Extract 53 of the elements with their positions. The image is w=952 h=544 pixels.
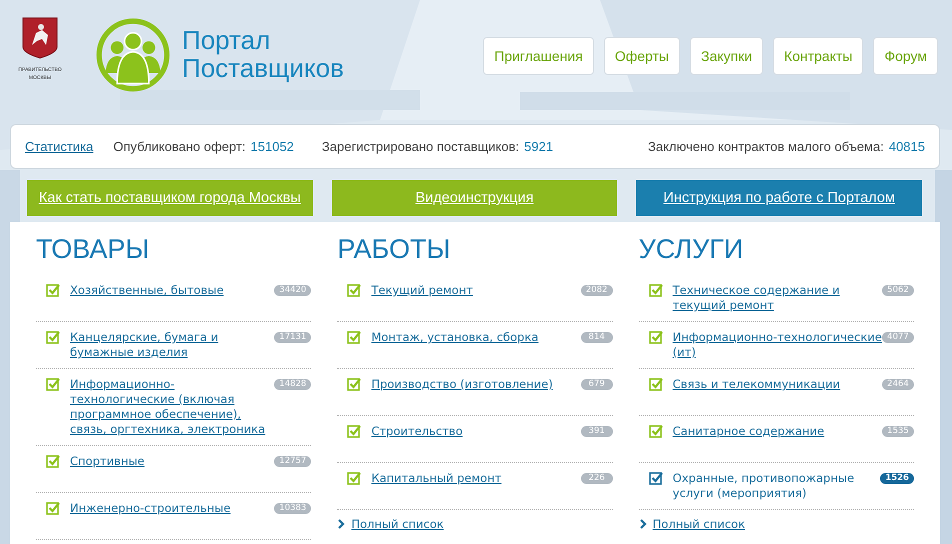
category-title: РАБОТЫ — [337, 234, 452, 265]
stat-label: Заключено контрактов малого объема: — [648, 139, 884, 154]
full-list-link[interactable]: Полный список — [652, 517, 746, 531]
category-link[interactable]: Техническое содержание и текущий ремонт — [672, 283, 882, 313]
category-link[interactable]: Санитарное содержание — [672, 424, 882, 439]
count-badge: 2464 — [882, 379, 914, 390]
chevron-right-icon — [337, 519, 346, 529]
count-badge: 1535 — [882, 426, 914, 437]
category-link[interactable]: Канцелярские, бумага и бумажные изделия — [70, 330, 274, 360]
stat-label: Зарегистрировано поставщиков: — [322, 139, 520, 154]
count-badge: 679 — [580, 379, 613, 390]
people-logo-icon — [96, 18, 170, 92]
nav-button[interactable]: Приглашения — [483, 37, 594, 75]
full-list-link[interactable]: Полный список — [351, 517, 444, 531]
portal-logo-title: Портал Поставщиков — [182, 26, 344, 82]
count-badge: 2082 — [580, 285, 613, 296]
count-badge: 34420 — [274, 285, 312, 296]
count-badge: 4077 — [882, 332, 914, 343]
statistics-link[interactable]: Статистика — [25, 139, 94, 154]
count-badge: 226 — [580, 473, 613, 484]
nav-button[interactable]: Форум — [873, 37, 938, 75]
count-badge: 10383 — [274, 503, 312, 514]
count-badge: 1526 — [880, 473, 914, 484]
stat-label: Опубликовано оферт: — [113, 139, 246, 154]
category-title: ТОВАРЫ — [36, 234, 150, 265]
count-badge: 5062 — [882, 285, 914, 296]
nav-button[interactable]: Оферты — [604, 37, 680, 75]
count-badge: 814 — [580, 332, 613, 343]
stat-value: 151052 — [250, 139, 294, 154]
count-badge: 391 — [580, 426, 613, 437]
stat-value: 5921 — [524, 139, 554, 154]
category-link[interactable]: Спортивные — [70, 454, 274, 469]
category-link[interactable]: Текущий ремонт — [371, 283, 581, 298]
count-badge: 17131 — [274, 332, 312, 343]
stat-value: 40815 — [888, 139, 925, 154]
category-link[interactable]: Хозяйственные, бытовые — [70, 283, 274, 298]
count-badge: 12757 — [274, 456, 312, 467]
category-link[interactable]: Производство (изготовление) — [371, 377, 581, 392]
chevron-right-icon — [638, 519, 647, 529]
banner-link-button[interactable]: Инструкция по работе с Порталом — [636, 180, 922, 216]
category-link[interactable]: Информационно-технологические (ит) — [672, 330, 882, 360]
nav-button[interactable]: Закупки — [690, 37, 764, 75]
category-link[interactable]: Капитальный ремонт — [371, 471, 581, 486]
count-badge: 14828 — [274, 379, 312, 390]
shield-icon — [22, 16, 58, 60]
category-link[interactable]: Связь и телекоммуникации — [672, 377, 882, 392]
category-link[interactable]: Инженерно-строительные — [70, 501, 274, 516]
category-link[interactable]: Охранные, противопожарные услуги (мероприятия) — [672, 471, 880, 501]
category-link[interactable]: Строительство — [371, 424, 581, 439]
category-title: УСЛУГИ — [638, 234, 744, 265]
category-link[interactable]: Монтаж, установка, сборка — [371, 330, 581, 345]
nav-button[interactable]: Контракты — [773, 37, 864, 75]
category-link[interactable]: Информационно-технологические (включая программное обеспечение), связь, оргтехника, электроника — [70, 377, 274, 437]
